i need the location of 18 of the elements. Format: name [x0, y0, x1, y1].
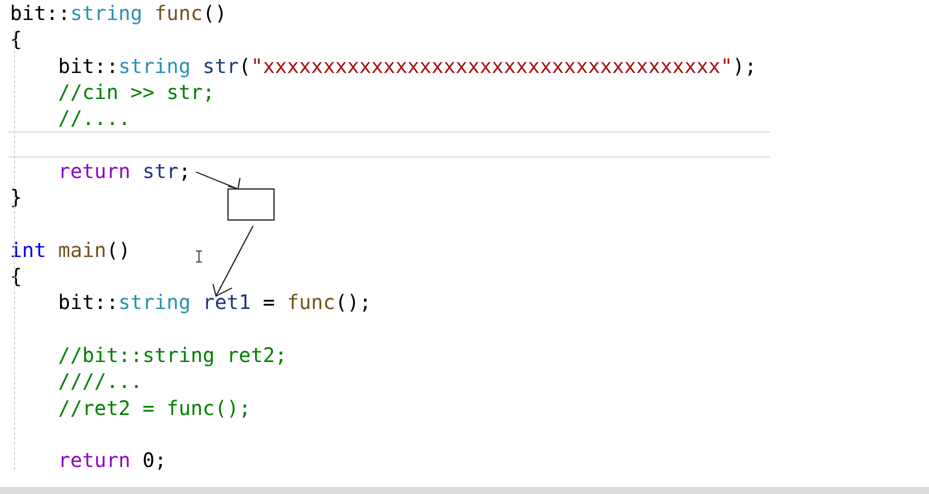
code-line: int main() [9, 238, 130, 262]
code-line: } [9, 185, 22, 210]
code-line: //bit::string ret2; [57, 343, 287, 367]
code-line: { [9, 27, 22, 52]
code-line: return str; [57, 158, 191, 183]
code-line: { [9, 264, 22, 288]
text-cursor-icon [196, 250, 202, 262]
horizontal-scrollbar[interactable] [0, 487, 929, 494]
code-line: //ret2 = func(); [57, 396, 251, 420]
code-line: return 0; [57, 448, 167, 472]
code-line: ////... [57, 369, 142, 394]
code-line: bit::string str("xxxxxxxxxxxxxxxxxxxxxxxxxxxxxxxxxxxxxx"); [57, 54, 757, 78]
code-line: bit::string ret1 = func(); [57, 290, 372, 314]
code-line: bit::string func() [9, 1, 227, 26]
code-line: //.... [57, 106, 130, 130]
code-line: //cin >> str; [57, 80, 215, 104]
annotation-arrow [195, 171, 241, 190]
annotation-box [227, 188, 275, 221]
